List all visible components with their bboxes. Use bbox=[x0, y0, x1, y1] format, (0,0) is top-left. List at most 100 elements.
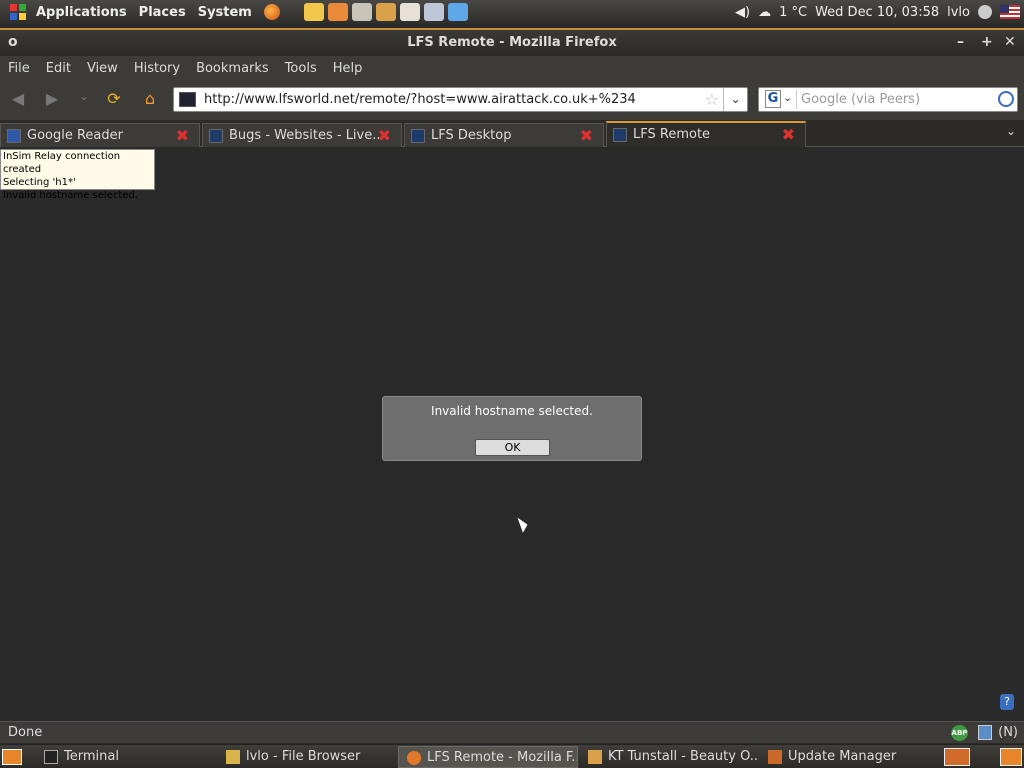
taskbar-music[interactable]: KT Tunstall - Beauty O... bbox=[580, 746, 758, 768]
screenshot-launcher-icon[interactable] bbox=[423, 3, 444, 21]
shutdown-icon[interactable] bbox=[978, 5, 992, 19]
applications-icon[interactable] bbox=[10, 4, 26, 20]
back-button[interactable]: ◀ bbox=[6, 89, 30, 111]
close-window-button[interactable]: ✕ bbox=[1004, 34, 1016, 50]
connection-log: InSim Relay connection created Selecting… bbox=[0, 149, 155, 201]
bottom-panel: Terminal lvlo - File Browser LFS Remote … bbox=[0, 744, 1024, 768]
site-favicon-icon bbox=[179, 92, 196, 107]
url-history-dropdown[interactable]: ⌄ bbox=[723, 88, 747, 111]
menu-bookmarks[interactable]: Bookmarks bbox=[188, 61, 277, 76]
rss-icon bbox=[7, 129, 21, 143]
places-menu[interactable]: Places bbox=[133, 5, 192, 20]
tab-lfs-remote[interactable]: LFS Remote ✖ bbox=[606, 121, 806, 147]
maximize-button[interactable]: + bbox=[981, 34, 993, 50]
taskbar-label: LFS Remote - Mozilla F... bbox=[427, 750, 578, 765]
ok-button[interactable]: OK bbox=[475, 439, 550, 456]
top-panel: Applications Places System ◀) ☁ 1 °C Wed… bbox=[0, 0, 1024, 24]
minimize-button[interactable]: – bbox=[957, 34, 964, 50]
dropbox-launcher-icon[interactable] bbox=[447, 3, 468, 21]
photo-launcher-icon[interactable] bbox=[327, 3, 348, 21]
workspace-switcher-icon[interactable] bbox=[1000, 748, 1022, 766]
menu-view[interactable]: View bbox=[79, 61, 126, 76]
music-player-icon bbox=[588, 750, 602, 764]
text-editor-launcher-icon[interactable] bbox=[303, 3, 324, 21]
tab-lfs-desktop[interactable]: LFS Desktop ✖ bbox=[404, 123, 604, 147]
menu-tools[interactable]: Tools bbox=[277, 61, 325, 76]
tab-strip: Google Reader ✖ Bugs - Websites - Live..… bbox=[0, 120, 1024, 147]
close-tab-icon[interactable]: ✖ bbox=[580, 126, 593, 145]
lfs-favicon-icon bbox=[411, 129, 425, 143]
list-all-tabs-icon[interactable]: ⌄ bbox=[1006, 124, 1016, 138]
firefox-icon bbox=[407, 751, 421, 765]
taskbar-label: KT Tunstall - Beauty O... bbox=[608, 749, 758, 764]
menubar: File Edit View History Bookmarks Tools H… bbox=[0, 56, 1024, 80]
search-icon[interactable] bbox=[998, 91, 1014, 107]
tab-label: Google Reader bbox=[27, 128, 123, 143]
folder-icon bbox=[226, 750, 240, 764]
help-button[interactable]: ? bbox=[1000, 694, 1014, 710]
home-button[interactable]: ⌂ bbox=[138, 89, 162, 111]
page-content: InSim Relay connection created Selecting… bbox=[0, 147, 1024, 721]
lfs-favicon-icon bbox=[613, 128, 627, 142]
search-bar[interactable]: G ⌄ Google (via Peers) bbox=[758, 87, 1018, 112]
volume-icon[interactable]: ◀) bbox=[735, 5, 750, 20]
taskbar-label: Update Manager bbox=[788, 749, 897, 764]
tab-bugs[interactable]: Bugs - Websites - Live... ✖ bbox=[202, 123, 402, 147]
chevron-down-icon: ⌄ bbox=[783, 91, 793, 104]
tab-label: LFS Remote bbox=[633, 127, 711, 142]
lfs-favicon-icon bbox=[209, 129, 223, 143]
log-line: Invalid hostname selected. bbox=[3, 190, 138, 201]
user-name[interactable]: lvlo bbox=[947, 5, 970, 20]
firefox-launcher-icon[interactable] bbox=[263, 4, 280, 20]
close-tab-icon[interactable]: ✖ bbox=[176, 126, 189, 145]
url-text[interactable]: http://www.lfsworld.net/remote/?host=www… bbox=[204, 92, 636, 107]
archive-launcher-icon[interactable] bbox=[375, 3, 396, 21]
taskbar-label: lvlo - File Browser bbox=[246, 749, 361, 764]
menu-history[interactable]: History bbox=[126, 61, 188, 76]
scanner-launcher-icon[interactable] bbox=[351, 3, 372, 21]
taskbar-label: Terminal bbox=[64, 749, 119, 764]
alert-message: Invalid hostname selected. bbox=[431, 404, 593, 418]
taskbar-file-browser[interactable]: lvlo - File Browser bbox=[218, 746, 396, 768]
status-text: Done bbox=[8, 725, 43, 740]
extension-icon[interactable] bbox=[978, 725, 992, 740]
google-icon: G bbox=[765, 90, 781, 108]
terminal-icon bbox=[44, 750, 58, 764]
close-tab-icon[interactable]: ✖ bbox=[378, 126, 391, 145]
alert-dialog: Invalid hostname selected. OK bbox=[382, 396, 642, 461]
log-line: InSim Relay connection created bbox=[3, 151, 121, 175]
forward-button[interactable]: ▶ bbox=[40, 89, 64, 111]
tab-google-reader[interactable]: Google Reader ✖ bbox=[0, 123, 200, 147]
tab-label: Bugs - Websites - Live... bbox=[229, 128, 379, 143]
pdf-launcher-icon[interactable] bbox=[399, 3, 420, 21]
bookmark-star-icon[interactable]: ☆ bbox=[705, 90, 719, 109]
search-engine-selector[interactable]: G ⌄ bbox=[761, 90, 797, 109]
keyboard-flag-icon[interactable] bbox=[1000, 5, 1020, 19]
close-tab-icon[interactable]: ✖ bbox=[782, 125, 795, 144]
mouse-cursor-icon bbox=[517, 515, 530, 533]
weather-icon[interactable]: ☁ bbox=[758, 5, 771, 20]
menu-file[interactable]: File bbox=[0, 61, 38, 76]
weather-temp[interactable]: 1 °C bbox=[779, 5, 807, 20]
history-dropdown-icon[interactable]: ⌄ bbox=[72, 89, 96, 111]
clock[interactable]: Wed Dec 10, 03:58 bbox=[815, 5, 939, 20]
menu-edit[interactable]: Edit bbox=[38, 61, 79, 76]
taskbar-firefox[interactable]: LFS Remote - Mozilla F... bbox=[398, 746, 578, 768]
show-desktop-icon[interactable] bbox=[2, 749, 22, 765]
status-bar: Done ABP (N) bbox=[0, 721, 1024, 743]
window-title: LFS Remote - Mozilla Firefox bbox=[407, 35, 617, 50]
applications-menu[interactable]: Applications bbox=[30, 5, 133, 20]
tab-label: LFS Desktop bbox=[431, 128, 512, 143]
reload-button[interactable]: ⟳ bbox=[102, 89, 126, 111]
taskbar-terminal[interactable]: Terminal bbox=[36, 746, 216, 768]
system-menu[interactable]: System bbox=[192, 5, 258, 20]
menu-help[interactable]: Help bbox=[325, 61, 371, 76]
taskbar-update-manager[interactable]: Update Manager bbox=[760, 746, 938, 768]
adblock-icon[interactable]: ABP bbox=[951, 725, 968, 741]
window-titlebar[interactable]: o LFS Remote - Mozilla Firefox – + ✕ bbox=[0, 28, 1024, 56]
workspace-firefox-icon[interactable] bbox=[944, 748, 970, 766]
noscript-indicator[interactable]: (N) bbox=[998, 725, 1018, 740]
update-icon bbox=[768, 750, 782, 764]
search-placeholder[interactable]: Google (via Peers) bbox=[801, 92, 920, 107]
url-bar[interactable]: http://www.lfsworld.net/remote/?host=www… bbox=[173, 87, 748, 112]
